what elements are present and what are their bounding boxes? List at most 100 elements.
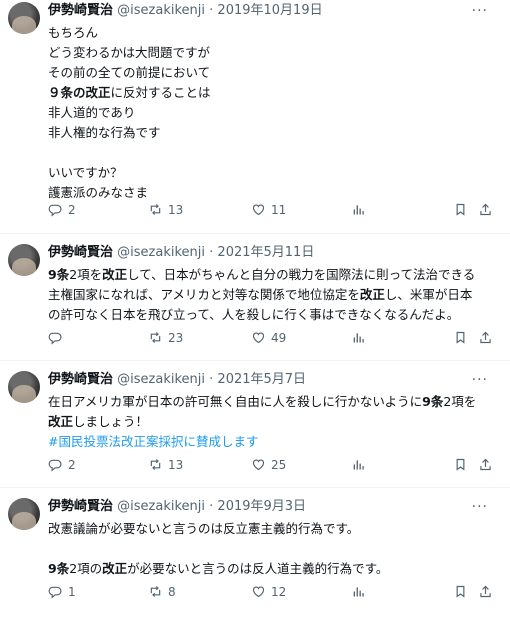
text-line: もちろん (48, 23, 502, 43)
tweet-date[interactable]: 2019年9月3日 (217, 499, 306, 514)
author-name[interactable]: 伊勢崎賢治 (48, 372, 113, 387)
text-segment: に反対することは (110, 85, 211, 100)
retweet-button[interactable]: 23 (148, 330, 183, 345)
tweet[interactable]: 伊勢崎賢治 @isezakikenji · 2019年9月3日 ··· 改憲議論… (0, 488, 510, 624)
views-chart-icon (353, 333, 364, 343)
author-handle[interactable]: @isezakikenji (117, 372, 205, 387)
reply-button[interactable] (48, 330, 68, 345)
author-name[interactable]: 伊勢崎賢治 (48, 245, 113, 260)
tweet[interactable]: 伊勢崎賢治 @isezakikenji · 2021年5月11日 9条2項を改正… (0, 234, 510, 361)
bookmark-button[interactable] (453, 584, 468, 599)
like-button[interactable]: 11 (251, 202, 286, 217)
more-dots-icon[interactable]: ··· (472, 2, 488, 20)
text-line: ９条の改正に反対することは (48, 83, 502, 103)
text-segment: 在日アメリカ軍が日本の許可無く自由に人を殺しに行かないように (48, 394, 423, 409)
tweet[interactable]: 伊勢崎賢治 @isezakikenji · 2019年10月19日 ··· もち… (0, 0, 510, 234)
heart-icon (252, 459, 265, 471)
bookmark-icon (456, 458, 465, 471)
bookmark-button[interactable] (453, 457, 468, 472)
text-line: 改正しましょう！ (48, 412, 502, 432)
likes-count: 12 (271, 584, 287, 599)
tweet-text: 9条2項を改正して、日本がちゃんと自分の戦力を国際法に則って法治できる 主権国家に… (48, 265, 502, 325)
text-line: 9条2項の改正が必要ないと言うのは反人道主義的行為です。 (48, 559, 502, 579)
tweet-date[interactable]: 2021年5月11日 (217, 245, 314, 260)
heart-icon (252, 332, 265, 344)
text-segment: し、米軍が日本 (384, 287, 473, 302)
avatar[interactable] (8, 498, 40, 530)
highlight-text: 9条 (422, 394, 444, 409)
tweet-actions: 2 13 11 (48, 202, 498, 222)
highlight-text: ９条の改正 (48, 85, 111, 100)
like-button[interactable]: 12 (251, 584, 286, 599)
retweet-icon (150, 586, 161, 597)
text-line: 改憲議論が必要ないと言うのは反立憲主義的行為です。 (48, 519, 502, 539)
share-icon (480, 203, 491, 216)
views-button[interactable] (351, 330, 366, 345)
bookmark-button[interactable] (453, 330, 468, 345)
avatar[interactable] (8, 2, 40, 34)
share-icon (480, 458, 491, 471)
text-segment: 改憲議論が必要ないと言うのは反立憲主義的行為です。 (48, 521, 360, 536)
tweet-actions: 23 49 (48, 330, 498, 350)
retweet-button[interactable]: 8 (148, 584, 176, 599)
retweet-icon (150, 459, 161, 470)
author-handle[interactable]: @isezakikenji (117, 499, 205, 514)
tweet-date[interactable]: 2021年5月7日 (217, 372, 306, 387)
views-button[interactable] (351, 202, 366, 217)
retweet-icon (150, 332, 161, 343)
like-button[interactable]: 25 (251, 457, 286, 472)
reply-button[interactable]: 1 (48, 584, 76, 599)
reply-icon (48, 459, 62, 472)
author-handle[interactable]: @isezakikenji (117, 245, 205, 260)
share-button[interactable] (478, 584, 493, 599)
text-segment: もちろん (48, 25, 99, 40)
author-handle[interactable]: @isezakikenji (117, 3, 205, 18)
reply-button[interactable]: 2 (48, 457, 76, 472)
more-dots-icon[interactable]: ··· (472, 371, 488, 389)
text-segment: 非人道的であり (48, 105, 136, 120)
tweet-header: 伊勢崎賢治 @isezakikenji · 2021年5月7日 ··· (48, 371, 502, 389)
text-segment: して、日本がちゃんと自分の戦力を国際法に則って法治できる (127, 267, 476, 282)
separator-dot: · (209, 245, 214, 260)
retweet-button[interactable]: 13 (148, 457, 183, 472)
avatar[interactable] (8, 244, 40, 276)
heart-icon (252, 586, 265, 598)
replies-count: 1 (68, 584, 76, 599)
views-chart-icon (353, 587, 364, 597)
text-line: の許可なく日本を飛び立って、人を殺しに行く事はできなくなるんだよ。 (48, 305, 502, 325)
likes-count: 25 (271, 457, 287, 472)
tweet-header: 伊勢崎賢治 @isezakikenji · 2019年9月3日 ··· (48, 498, 502, 516)
author-name[interactable]: 伊勢崎賢治 (48, 499, 113, 514)
reply-button[interactable]: 2 (48, 202, 76, 217)
share-button[interactable] (478, 457, 493, 472)
like-button[interactable]: 49 (251, 330, 286, 345)
views-button[interactable] (351, 457, 366, 472)
tweet-actions: 1 8 12 (48, 584, 498, 604)
views-chart-icon (353, 460, 364, 470)
highlight-text: 改正 (48, 414, 74, 429)
likes-count: 11 (271, 202, 287, 217)
retweets-count: 8 (168, 584, 176, 599)
author-name[interactable]: 伊勢崎賢治 (48, 3, 113, 18)
share-button[interactable] (478, 330, 493, 345)
tweet-date[interactable]: 2019年10月19日 (217, 3, 322, 18)
views-button[interactable] (351, 584, 366, 599)
timeline: 伊勢崎賢治 @isezakikenji · 2019年10月19日 ··· もち… (0, 0, 510, 624)
share-icon (480, 585, 491, 598)
tweet-text: 在日アメリカ軍が日本の許可無く自由に人を殺しに行かないように9条2項を 改正しまし… (48, 392, 502, 452)
retweet-button[interactable]: 13 (148, 202, 183, 217)
text-segment: 護憲派のみなさま (48, 185, 149, 200)
hashtag-link[interactable]: #国民投票法改正案採択に賛成します (48, 434, 258, 449)
bookmark-button[interactable] (453, 202, 468, 217)
bookmark-icon (456, 585, 465, 598)
more-dots-icon[interactable]: ··· (472, 498, 488, 516)
highlight-text: 9条 (48, 561, 70, 576)
tweet-text: もちろん どう変わるかは大問題ですが その前の全ての前提において ９条の改正に反対する… (48, 23, 502, 203)
text-segment: 非人権的な行為です (48, 125, 161, 140)
avatar[interactable] (8, 371, 40, 403)
share-button[interactable] (478, 202, 493, 217)
tweet[interactable]: 伊勢崎賢治 @isezakikenji · 2021年5月7日 ··· 在日アメ… (0, 361, 510, 488)
text-line: 主権国家になれば、アメリカと対等な関係で地位協定を改正し、米軍が日本 (48, 285, 502, 305)
retweets-count: 13 (168, 457, 184, 472)
text-line: #国民投票法改正案採択に賛成します (48, 432, 502, 452)
